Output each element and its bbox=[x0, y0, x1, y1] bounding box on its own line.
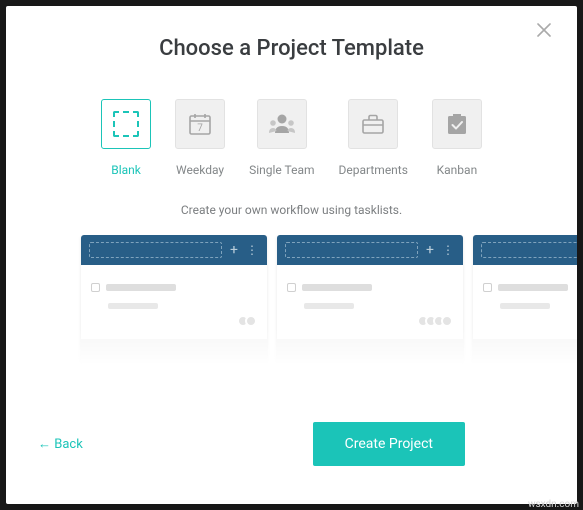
template-preview: + ⋮ + ⋮ bbox=[6, 235, 577, 365]
template-box bbox=[101, 99, 151, 149]
preview-card-header: + ⋮ bbox=[277, 235, 463, 265]
template-option-kanban[interactable]: Kanban bbox=[432, 99, 482, 177]
placeholder-line bbox=[108, 303, 158, 309]
placeholder-line bbox=[500, 303, 550, 309]
avatar-group bbox=[483, 315, 577, 327]
template-label: Kanban bbox=[437, 163, 478, 177]
placeholder-line bbox=[498, 284, 568, 291]
template-box bbox=[348, 99, 398, 149]
template-options: Blank 7 Weekday Single Team Departments … bbox=[6, 99, 577, 177]
template-box: 7 bbox=[175, 99, 225, 149]
modal-title: Choose a Project Template bbox=[6, 36, 577, 61]
template-label: Departments bbox=[339, 163, 408, 177]
preview-card-header bbox=[473, 235, 577, 265]
template-label: Single Team bbox=[249, 163, 314, 177]
back-button[interactable]: ← Back bbox=[38, 436, 83, 452]
create-project-button[interactable]: Create Project bbox=[313, 422, 465, 466]
preview-card: + ⋮ bbox=[277, 235, 463, 365]
team-icon bbox=[268, 111, 296, 137]
preview-card-body bbox=[81, 265, 267, 339]
avatar bbox=[441, 315, 453, 327]
preview-card: + ⋮ bbox=[81, 235, 267, 365]
avatar bbox=[245, 315, 257, 327]
close-icon bbox=[537, 23, 551, 37]
template-option-blank[interactable]: Blank bbox=[101, 99, 151, 177]
checkboard-icon bbox=[445, 111, 469, 137]
modal-footer: ← Back Create Project bbox=[6, 422, 577, 504]
template-description: Create your own workflow using tasklists… bbox=[6, 203, 577, 217]
tasklist-title-placeholder bbox=[89, 242, 222, 258]
dashed-square-icon bbox=[113, 111, 139, 137]
more-icon: ⋮ bbox=[246, 243, 259, 257]
placeholder-line bbox=[106, 284, 176, 291]
template-option-singleteam[interactable]: Single Team bbox=[249, 99, 314, 177]
preview-card-body bbox=[277, 265, 463, 339]
avatar-group bbox=[287, 315, 453, 327]
watermark: wsxdn.com bbox=[528, 499, 579, 510]
template-option-weekday[interactable]: 7 Weekday bbox=[175, 99, 225, 177]
plus-icon: + bbox=[426, 242, 434, 258]
checkbox-icon bbox=[287, 283, 296, 292]
placeholder-line bbox=[304, 303, 354, 309]
more-icon: ⋮ bbox=[442, 243, 455, 257]
calendar-7-icon: 7 bbox=[187, 111, 213, 137]
preview-card-header: + ⋮ bbox=[81, 235, 267, 265]
briefcase-icon bbox=[360, 111, 386, 137]
tasklist-title-placeholder bbox=[481, 242, 577, 258]
placeholder-line bbox=[302, 284, 372, 291]
checkbox-icon bbox=[91, 283, 100, 292]
template-label: Blank bbox=[111, 163, 141, 177]
preview-card bbox=[473, 235, 577, 365]
checkbox-icon bbox=[483, 283, 492, 292]
close-button[interactable] bbox=[537, 18, 561, 42]
template-box bbox=[257, 99, 307, 149]
template-label: Weekday bbox=[176, 163, 224, 177]
avatar-group bbox=[91, 315, 257, 327]
template-modal: Choose a Project Template Blank 7 Weekda… bbox=[6, 6, 577, 504]
svg-text:7: 7 bbox=[197, 123, 203, 134]
template-box bbox=[432, 99, 482, 149]
plus-icon: + bbox=[230, 242, 238, 258]
preview-card-body bbox=[473, 265, 577, 339]
tasklist-title-placeholder bbox=[285, 242, 418, 258]
template-option-departments[interactable]: Departments bbox=[339, 99, 408, 177]
